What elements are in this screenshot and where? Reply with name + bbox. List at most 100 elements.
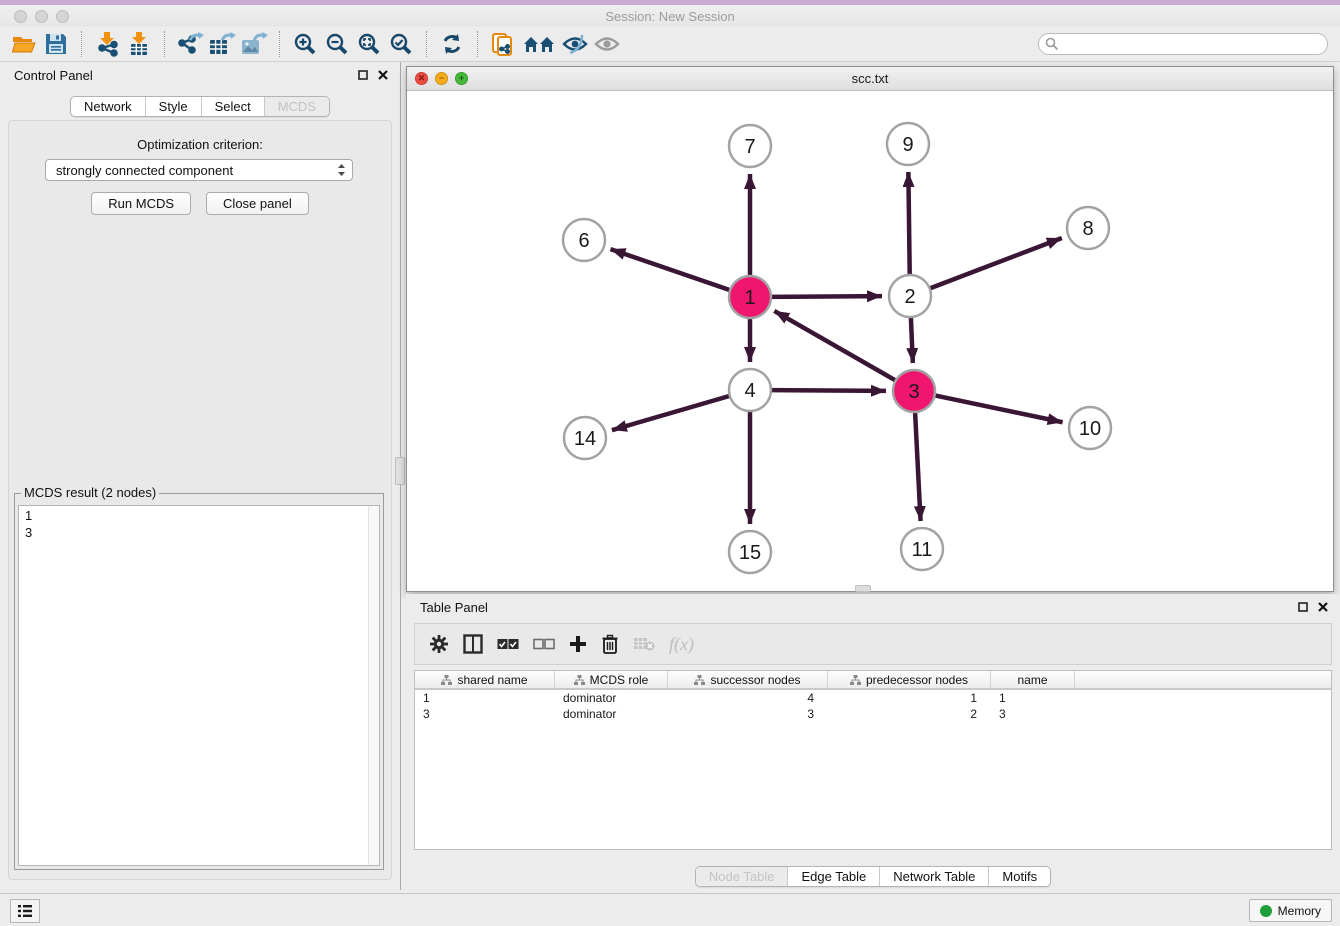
node-4[interactable]: 4 (729, 369, 771, 411)
tab-style[interactable]: Style (145, 97, 201, 116)
table-splitter-grip[interactable] (855, 585, 871, 592)
criterion-dropdown[interactable]: strongly connected component (45, 159, 353, 181)
network-canvas[interactable]: 7 9 6 8 1 2 4 3 14 10 15 11 (407, 91, 1333, 591)
float-panel-icon[interactable] (1298, 602, 1308, 612)
cell-successor-nodes[interactable]: 3 (668, 707, 828, 721)
tab-motifs[interactable]: Motifs (988, 867, 1050, 886)
node-9[interactable]: 9 (887, 123, 929, 165)
column-header-shared-name[interactable]: shared name (415, 671, 555, 688)
column-header-successor-nodes[interactable]: successor nodes (668, 671, 828, 688)
float-panel-icon[interactable] (358, 70, 368, 80)
control-panel-header: Control Panel (0, 62, 400, 88)
node-10[interactable]: 10 (1069, 407, 1111, 449)
column-header-predecessor-nodes[interactable]: predecessor nodes (828, 671, 991, 688)
edge-4-3[interactable] (772, 390, 886, 391)
edge-1-2[interactable] (772, 296, 882, 297)
node-3[interactable]: 3 (893, 370, 935, 412)
refresh-button[interactable] (436, 29, 468, 59)
run-mcds-button[interactable]: Run MCDS (91, 192, 191, 215)
node-11[interactable]: 11 (901, 528, 943, 570)
import-network-button[interactable] (91, 29, 123, 59)
memory-button[interactable]: Memory (1249, 899, 1332, 922)
first-neighbors-button[interactable] (519, 29, 559, 59)
node-1[interactable]: 1 (729, 276, 771, 318)
export-table-icon (208, 31, 236, 57)
cell-MCDS-role[interactable]: dominator (555, 691, 668, 705)
close-panel-icon[interactable] (1318, 602, 1328, 612)
node-14[interactable]: 14 (564, 417, 606, 459)
tab-mcds[interactable]: MCDS (264, 97, 329, 116)
hide-selected-button[interactable] (559, 29, 591, 59)
panel-splitter-grip[interactable] (395, 457, 405, 485)
result-scrollbar[interactable] (368, 506, 379, 865)
column-header-name[interactable]: name (991, 671, 1075, 688)
export-image-icon (240, 31, 268, 57)
column-header-MCDS-role[interactable]: MCDS role (555, 671, 668, 688)
node-label-1: 1 (744, 287, 755, 309)
open-file-button[interactable] (8, 29, 40, 59)
tab-node-table[interactable]: Node Table (696, 867, 788, 886)
checked-boxes-icon (497, 638, 519, 650)
delete-column-button[interactable] (601, 634, 619, 654)
select-all-button[interactable] (497, 638, 519, 650)
cell-shared-name[interactable]: 3 (415, 707, 555, 721)
close-panel-icon[interactable] (378, 70, 388, 80)
add-column-button[interactable] (569, 635, 587, 653)
refresh-icon (440, 32, 464, 56)
table-settings-button[interactable] (429, 634, 449, 654)
edge-2-3[interactable] (911, 318, 913, 363)
cell-predecessor-nodes[interactable]: 1 (828, 691, 991, 705)
node-7[interactable]: 7 (729, 125, 771, 167)
cell-MCDS-role[interactable]: dominator (555, 707, 668, 721)
cell-name[interactable]: 3 (991, 707, 1075, 721)
node-6[interactable]: 6 (563, 219, 605, 261)
cell-predecessor-nodes[interactable]: 2 (828, 707, 991, 721)
tab-network[interactable]: Network (71, 97, 145, 116)
search-icon (1045, 37, 1059, 51)
close-panel-button[interactable]: Close panel (206, 192, 309, 215)
edge-3-11[interactable] (915, 413, 920, 521)
edge-1-6[interactable] (610, 249, 729, 290)
export-image-button[interactable] (238, 29, 270, 59)
node-8[interactable]: 8 (1067, 207, 1109, 249)
table-panel-header: Table Panel (406, 594, 1340, 620)
import-table-button[interactable] (123, 29, 155, 59)
zoom-in-button[interactable] (289, 29, 321, 59)
mcds-result-text[interactable]: 1 3 (18, 505, 380, 866)
main-titlebar: Session: New Session (0, 5, 1340, 27)
cell-shared-name[interactable]: 1 (415, 691, 555, 705)
cell-successor-nodes[interactable]: 4 (668, 691, 828, 705)
session-title: Session: New Session (0, 9, 1340, 24)
node-15[interactable]: 15 (729, 531, 771, 573)
function-builder-button[interactable]: f(x) (669, 634, 694, 655)
table-row[interactable]: 1dominator411 (415, 690, 1331, 706)
zoom-out-button[interactable] (321, 29, 353, 59)
duplicate-network-button[interactable] (487, 29, 519, 59)
zoom-selected-button[interactable] (385, 29, 417, 59)
node-2[interactable]: 2 (889, 275, 931, 317)
edge-2-9[interactable] (908, 172, 909, 274)
export-network-icon (176, 31, 204, 57)
search-input[interactable] (1038, 33, 1328, 55)
save-session-button[interactable] (40, 29, 72, 59)
edge-4-14[interactable] (612, 396, 729, 430)
network-frame-titlebar[interactable]: ✕ − + scc.txt (407, 67, 1333, 91)
deselect-all-button[interactable] (533, 638, 555, 650)
task-history-button[interactable] (10, 899, 40, 923)
table-row[interactable]: 3dominator323 (415, 706, 1331, 722)
edge-2-8[interactable] (931, 238, 1062, 288)
edge-3-1[interactable] (774, 311, 895, 380)
cell-name[interactable]: 1 (991, 691, 1075, 705)
export-network-button[interactable] (174, 29, 206, 59)
show-all-button[interactable] (591, 29, 623, 59)
delete-table-icon (633, 636, 655, 652)
edge-3-10[interactable] (936, 396, 1063, 423)
node-label-9: 9 (902, 134, 913, 156)
tab-edge-table[interactable]: Edge Table (787, 867, 879, 886)
export-table-button[interactable] (206, 29, 238, 59)
delete-table-button[interactable] (633, 636, 655, 652)
tab-select[interactable]: Select (201, 97, 264, 116)
show-columns-button[interactable] (463, 634, 483, 654)
tab-network-table[interactable]: Network Table (879, 867, 988, 886)
zoom-fit-button[interactable] (353, 29, 385, 59)
